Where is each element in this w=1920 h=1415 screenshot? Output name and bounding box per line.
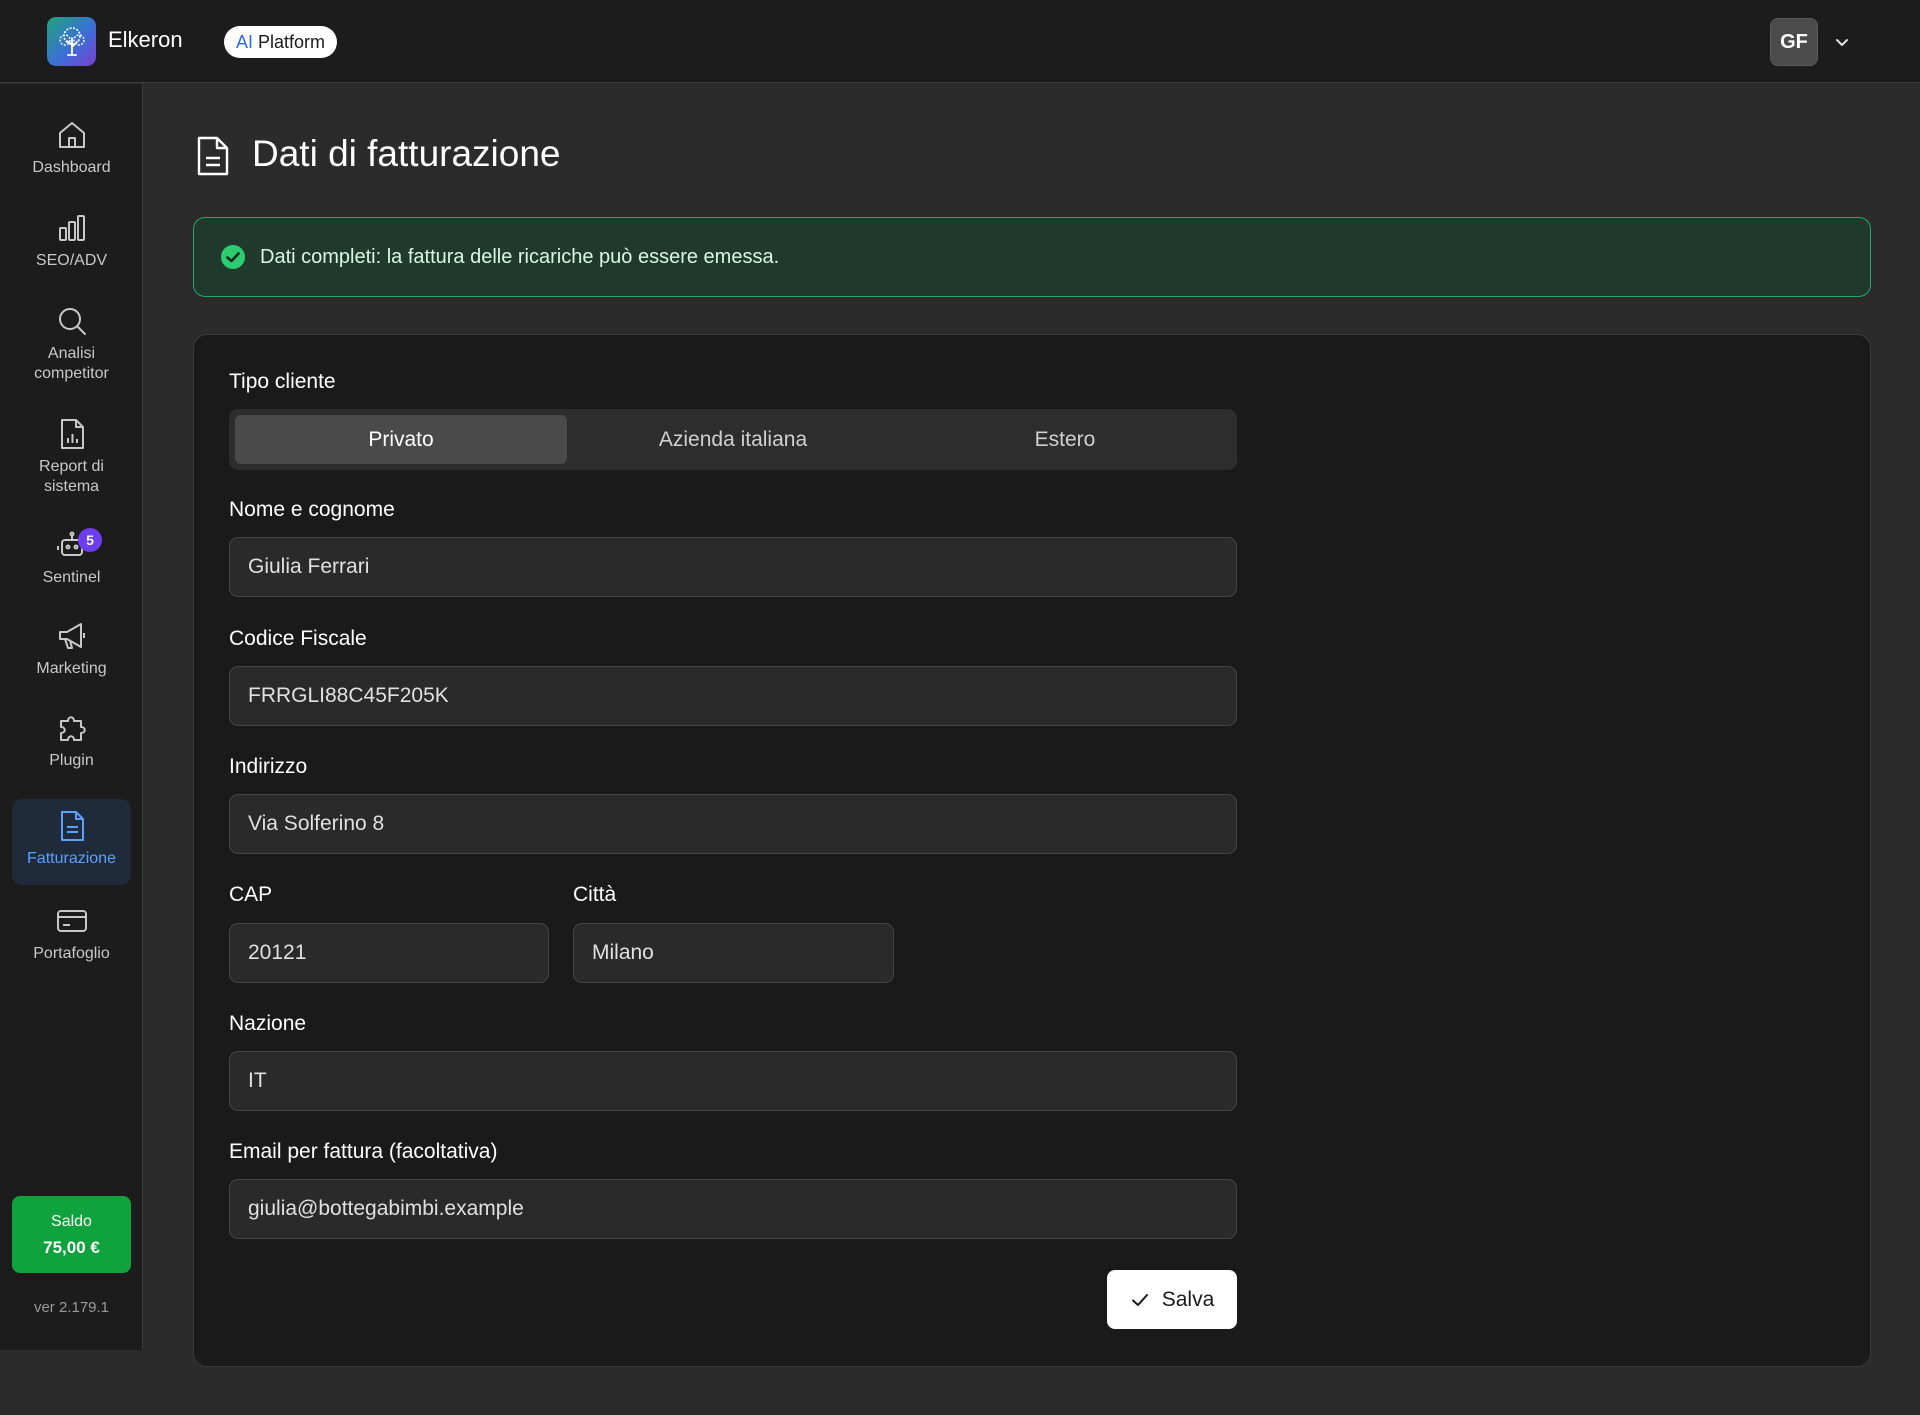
sidebar-item-report-di-sistema[interactable]: Report di sistema [12, 417, 131, 507]
home-icon [58, 122, 85, 148]
sidebar-item-label: Fatturazione [27, 850, 116, 867]
sidebar-item-dashboard[interactable]: Dashboard [12, 118, 131, 188]
sidebar-item-portafoglio[interactable]: Portafoglio [12, 904, 131, 974]
sidebar-item-seo-adv[interactable]: SEO/ADV [12, 211, 131, 281]
sidebar-item-label: Portafoglio [33, 945, 110, 962]
sidebar-item-fatturazione[interactable]: Fatturazione [12, 799, 131, 885]
app-name: Elkeron [108, 27, 183, 52]
sidebar-item-label: Sentinel [42, 569, 101, 586]
check-circle-icon [221, 245, 245, 269]
notification-badge: 5 [78, 528, 102, 552]
tab-azienda-italiana[interactable]: Azienda italiana [567, 415, 899, 464]
saldo-label: Saldo [51, 1212, 92, 1230]
sidebar-item-sentinel[interactable]: Sentinel 5 [12, 528, 131, 598]
codice-fiscale-input[interactable] [229, 666, 1237, 726]
codice-fiscale-label: Codice Fiscale [229, 627, 367, 650]
chevron-down-icon[interactable] [1832, 32, 1852, 52]
sidebar-item-label: Plugin [49, 752, 94, 769]
wallet-icon [56, 910, 87, 932]
tab-privato[interactable]: Privato [235, 415, 567, 464]
search-icon [58, 308, 86, 335]
nome-label: Nome e cognome [229, 498, 395, 521]
success-alert: Dati completi: la fattura delle ricarich… [193, 217, 1871, 297]
nazione-input[interactable] [229, 1051, 1237, 1111]
save-label: Salva [1161, 1287, 1215, 1311]
nazione-label: Nazione [229, 1012, 307, 1035]
sidebar: Dashboard SEO/ADV Analisi competitor Rep… [0, 84, 143, 1350]
indirizzo-label: Indirizzo [229, 755, 308, 778]
indirizzo-input[interactable] [229, 794, 1237, 854]
sidebar-item-plugin[interactable]: Plugin [12, 711, 131, 781]
tab-estero[interactable]: Estero [899, 415, 1231, 464]
app-version: ver 2.179.1 [33, 1299, 110, 1316]
sidebar-item-label: Analisi competitor [34, 345, 109, 382]
email-label: Email per fattura (facoltativa) [229, 1140, 498, 1163]
sidebar-item-marketing[interactable]: Marketing [12, 619, 131, 689]
user-avatar[interactable]: GF [1770, 18, 1818, 66]
elkeron-logo[interactable] [47, 17, 96, 66]
puzzle-icon [59, 716, 86, 741]
page-title: Dati di fatturazione [252, 133, 561, 174]
nome-cognome-input[interactable] [229, 537, 1237, 597]
sidebar-item-label: Report di sistema [39, 458, 104, 495]
tipo-cliente-segmented-control: Privato Azienda italiana Estero [229, 409, 1237, 470]
ai-label: AI [236, 31, 254, 52]
sidebar-item-label: Dashboard [32, 159, 111, 176]
sidebar-item-label: Marketing [36, 660, 107, 677]
report-icon [60, 419, 84, 449]
ai-platform-badge: AI Platform [224, 26, 338, 58]
email-input[interactable] [229, 1179, 1237, 1239]
save-button[interactable]: Salva [1107, 1270, 1237, 1329]
cap-input[interactable] [229, 923, 549, 983]
sidebar-item-label: SEO/ADV [35, 252, 108, 269]
saldo-amount: 75,00 € [43, 1237, 100, 1257]
check-icon [1131, 1293, 1148, 1306]
sidebar-item-analisi-competitor[interactable]: Analisi competitor [12, 304, 131, 394]
invoice-icon [60, 811, 84, 841]
top-bar: Elkeron AI Platform GF [0, 0, 1920, 83]
citta-label: Città [573, 883, 617, 906]
bar-chart-icon [58, 215, 85, 241]
tree-logo-icon [58, 26, 85, 56]
document-icon [197, 136, 229, 176]
saldo-balance-button[interactable]: Saldo 75,00 € [12, 1196, 131, 1273]
cap-label: CAP [229, 883, 273, 906]
alert-text: Dati completi: la fattura delle ricarich… [260, 245, 780, 268]
megaphone-icon [58, 623, 85, 649]
tipo-cliente-label: Tipo cliente [229, 370, 336, 393]
platform-label: Platform [258, 31, 326, 52]
citta-input[interactable] [573, 923, 894, 983]
